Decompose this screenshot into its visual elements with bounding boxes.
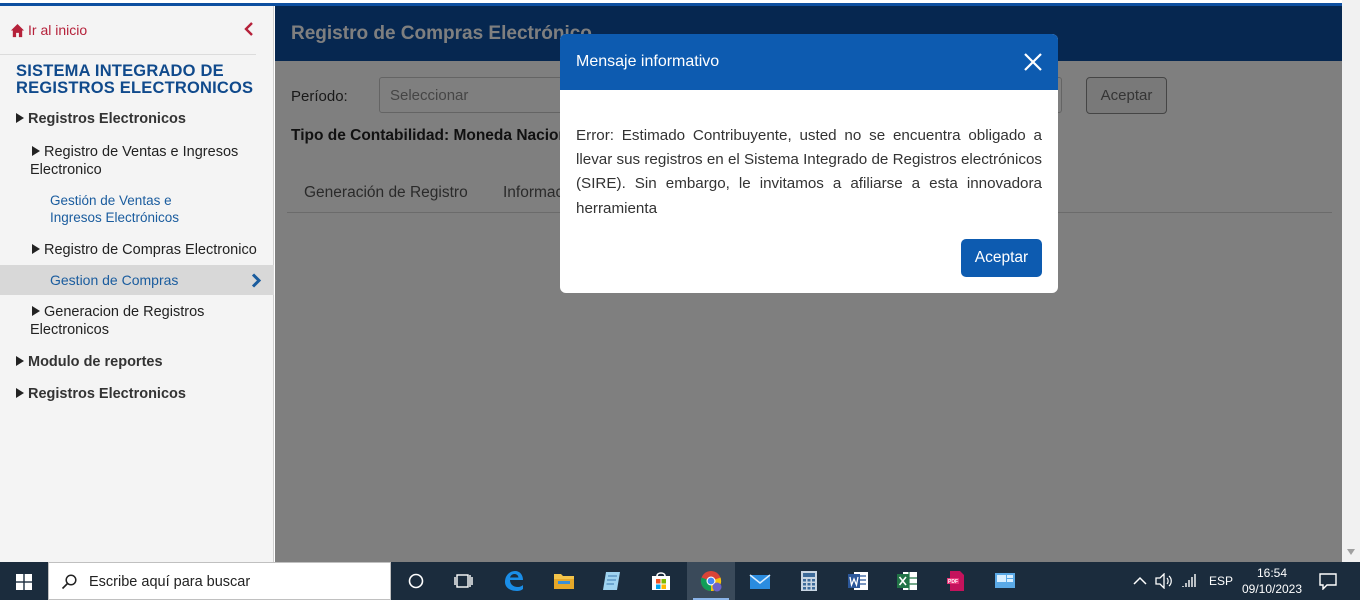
sidebar-item-registros-electronicos[interactable]: Registros Electronicos xyxy=(16,110,186,128)
sidebar-item-label: Registros Electronicos xyxy=(28,386,186,402)
sidebar-item-label: Registros Electronicos xyxy=(28,111,186,127)
sidebar-item-gestion-ventas[interactable]: Gestión de Ventas e Ingresos Electrónico… xyxy=(50,192,210,226)
chrome-icon xyxy=(700,571,722,592)
taskbar-search[interactable]: Escribe aquí para buscar xyxy=(48,562,391,600)
pdf-icon: PDF xyxy=(947,571,964,591)
svg-text:PDF: PDF xyxy=(948,579,958,585)
pdf-app[interactable]: PDF xyxy=(932,562,980,600)
scroll-down-icon[interactable] xyxy=(1347,549,1355,555)
chevron-up-icon[interactable] xyxy=(1133,575,1147,587)
excel-app[interactable] xyxy=(883,562,931,600)
sidebar-item-gestion-compras[interactable]: Gestion de Compras xyxy=(0,265,274,295)
notes-icon xyxy=(603,572,620,590)
close-icon[interactable] xyxy=(1022,51,1044,73)
sidebar-item-registros-electronicos-2[interactable]: Registros Electronicos xyxy=(16,385,186,403)
store-icon xyxy=(652,572,670,590)
clock-time: 16:54 xyxy=(1256,566,1288,580)
folder-icon xyxy=(554,574,574,589)
expand-triangle-icon xyxy=(16,356,24,366)
cortana-icon xyxy=(408,573,424,589)
dialog-header: Mensaje informativo xyxy=(560,34,1058,90)
wifi-icon[interactable] xyxy=(1181,573,1199,589)
sidebar-item-generacion-registros[interactable]: Generacion de Registros Electronicos xyxy=(30,303,250,339)
notification-icon[interactable] xyxy=(1318,572,1338,590)
start-button[interactable] xyxy=(0,562,48,600)
store-app[interactable] xyxy=(637,562,685,600)
home-link-label[interactable]: Ir al inicio xyxy=(28,22,87,38)
excel-icon xyxy=(897,572,917,590)
mail-icon xyxy=(749,574,771,589)
word-icon xyxy=(848,572,868,590)
file-explorer-app[interactable] xyxy=(540,562,588,600)
search-icon xyxy=(61,574,77,590)
system-title: SISTEMA INTEGRADO DE REGISTROS ELECTRONI… xyxy=(16,62,254,97)
sidebar-item-registro-ventas[interactable]: Registro de Ventas e Ingresos Electronic… xyxy=(30,143,262,179)
sidebar-item-label: Generacion de Registros Electronicos xyxy=(30,304,205,338)
cortana-button[interactable] xyxy=(392,562,440,600)
expand-triangle-icon xyxy=(32,244,40,254)
dialog-message: Error: Estimado Contribuyente, usted no … xyxy=(576,127,1042,217)
word-app[interactable] xyxy=(834,562,882,600)
dialog-title: Mensaje informativo xyxy=(576,53,720,70)
expand-triangle-icon xyxy=(32,146,40,156)
chrome-app[interactable] xyxy=(687,562,735,600)
windows-icon xyxy=(16,574,32,590)
sidebar-item-label: Registro de Compras Electronico xyxy=(44,242,257,258)
chevron-right-icon xyxy=(251,273,262,288)
edge-app[interactable] xyxy=(490,562,538,600)
edge-icon xyxy=(505,571,523,591)
sidebar-item-modulo-reportes[interactable]: Modulo de reportes xyxy=(16,353,163,371)
task-view-icon xyxy=(454,574,473,588)
sidebar: Ir al inicio SISTEMA INTEGRADO DE REGIST… xyxy=(0,6,274,562)
home-link-row[interactable]: Ir al inicio xyxy=(10,20,87,40)
divider xyxy=(0,54,256,55)
notes-app[interactable] xyxy=(588,562,636,600)
clock[interactable]: 16:54 09/10/2023 xyxy=(1236,565,1308,597)
page-scrollbar[interactable] xyxy=(1342,0,1360,562)
remote-desktop-app[interactable] xyxy=(981,562,1029,600)
dialog-accept-button[interactable]: Aceptar xyxy=(961,239,1042,277)
sidebar-item-label: Modulo de reportes xyxy=(28,354,163,370)
expand-triangle-icon xyxy=(16,113,24,123)
sidebar-item-registro-compras[interactable]: Registro de Compras Electronico xyxy=(30,241,257,259)
info-dialog: Mensaje informativo Error: Estimado Cont… xyxy=(560,34,1058,293)
expand-triangle-icon xyxy=(32,306,40,316)
sidebar-item-label: Gestion de Compras xyxy=(50,272,179,288)
task-view-button[interactable] xyxy=(440,562,488,600)
sidebar-item-label: Registro de Ventas e Ingresos Electronic… xyxy=(30,144,239,178)
mail-app[interactable] xyxy=(736,562,784,600)
remote-desktop-icon xyxy=(995,573,1015,588)
calculator-icon xyxy=(801,571,817,591)
language-indicator[interactable]: ESP xyxy=(1209,574,1233,600)
speaker-icon[interactable] xyxy=(1155,573,1173,589)
clock-date: 09/10/2023 xyxy=(1241,582,1303,596)
expand-triangle-icon xyxy=(16,388,24,398)
taskbar: Escribe aquí para buscar PDF ESP 16:54 0… xyxy=(0,562,1360,600)
search-placeholder: Escribe aquí para buscar xyxy=(89,574,251,590)
chevron-left-icon[interactable] xyxy=(244,22,254,36)
home-icon xyxy=(10,23,25,37)
calculator-app[interactable] xyxy=(785,562,833,600)
